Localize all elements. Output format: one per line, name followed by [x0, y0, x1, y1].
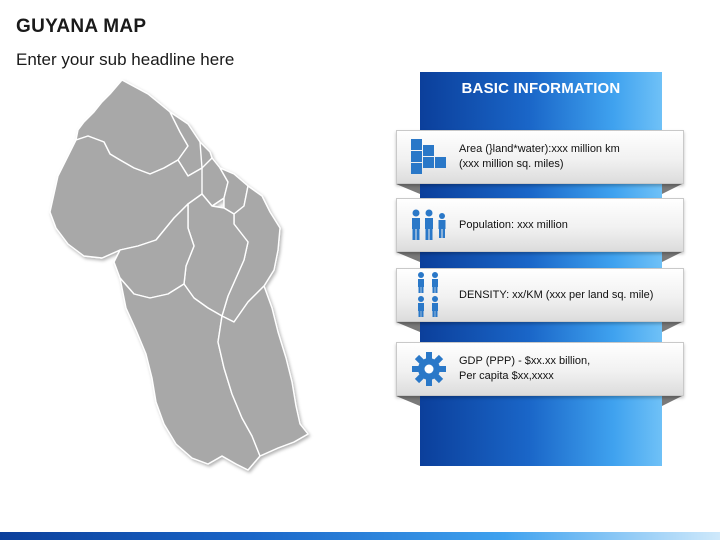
guyana-map: [49, 79, 309, 471]
slide-title: GUYANA MAP: [16, 16, 147, 37]
bottom-accent-bar: [0, 532, 720, 540]
card-fold-right: [662, 184, 682, 194]
gear-icon: [405, 351, 453, 387]
density-people-icon: [405, 271, 453, 319]
card-fold-left: [396, 184, 420, 194]
area-line-1: Area (}land*water):xxx million km: [459, 143, 620, 155]
info-card-density-text: DENSITY: xx/KM (xxx per land sq. mile): [459, 288, 653, 303]
slide-subtitle: Enter your sub headline here: [16, 50, 235, 69]
population-line-1: Population: xxx million: [459, 218, 568, 231]
info-card-area-text: Area (}land*water):xxx million km (xxx m…: [459, 142, 620, 172]
density-line-1: DENSITY: xx/KM (xxx per land sq. mile): [459, 288, 654, 301]
card-fold-right: [662, 252, 682, 262]
info-panel-header: BASIC INFORMATION: [461, 79, 621, 97]
gdp-line-1: GDP (PPP) - $xx.xx billion,: [459, 355, 591, 367]
info-card-population: Population: xxx million: [396, 198, 684, 252]
info-card-population-text: Population: xxx million: [459, 218, 568, 233]
card-fold-right: [662, 396, 682, 406]
card-fold-left: [396, 396, 420, 406]
info-card-area: Area (}land*water):xxx million km (xxx m…: [396, 130, 684, 184]
area-line-2: (xxx million sq. miles): [459, 158, 564, 170]
card-fold-right: [662, 322, 682, 332]
info-card-gdp-text: GDP (PPP) - $xx.xx billion, Per capita $…: [459, 354, 590, 384]
area-grid-icon: [405, 139, 453, 175]
card-fold-left: [396, 322, 420, 332]
gdp-line-2: Per capita $xx,xxxx: [459, 370, 554, 382]
population-people-icon: [405, 209, 453, 241]
info-card-gdp: GDP (PPP) - $xx.xx billion, Per capita $…: [396, 342, 684, 396]
card-fold-left: [396, 252, 420, 262]
info-card-density: DENSITY: xx/KM (xxx per land sq. mile): [396, 268, 684, 322]
